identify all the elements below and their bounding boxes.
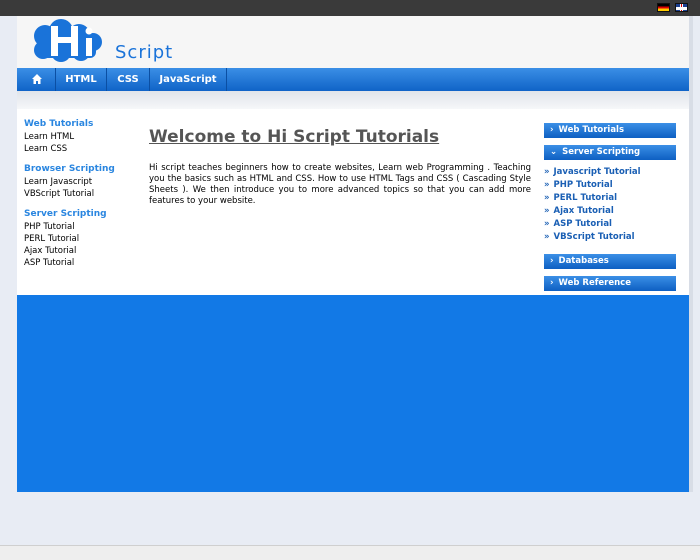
right-menu-web-reference[interactable]: › Web Reference — [544, 276, 676, 291]
left-link-ajax[interactable]: Ajax Tutorial — [24, 245, 134, 257]
footer-area — [17, 295, 689, 492]
logo-text: Script — [115, 42, 174, 63]
header-band — [17, 91, 689, 109]
top-bar — [0, 0, 700, 16]
left-sidebar: Web Tutorials Learn HTML Learn CSS Brows… — [24, 119, 134, 278]
right-menu-label: Web Reference — [558, 278, 631, 288]
left-link-php[interactable]: PHP Tutorial — [24, 221, 134, 233]
chevron-right-icon: › — [550, 125, 554, 135]
nav-html[interactable]: HTML — [56, 68, 107, 91]
right-menu-label: Web Tutorials — [558, 125, 625, 135]
left-group-browser: Browser Scripting Learn Javascript VBScr… — [24, 164, 134, 200]
status-bar — [0, 545, 700, 560]
page-container: Script HTML CSS JavaScript Web Tutorials… — [17, 16, 689, 492]
left-link-learn-javascript[interactable]: Learn Javascript — [24, 176, 134, 188]
double-chevron-icon: » — [544, 193, 550, 203]
flag-uk-icon[interactable] — [675, 3, 688, 12]
left-link-learn-html[interactable]: Learn HTML — [24, 131, 134, 143]
double-chevron-icon: » — [544, 232, 550, 242]
page-shadow — [689, 16, 693, 492]
right-menu-label: Databases — [558, 256, 609, 266]
right-link-asp[interactable]: » ASP Tutorial — [544, 218, 676, 231]
right-link-vbscript[interactable]: » VBScript Tutorial — [544, 231, 676, 244]
chevron-right-icon: › — [550, 256, 554, 266]
right-link-ajax[interactable]: » Ajax Tutorial — [544, 205, 676, 218]
double-chevron-icon: » — [544, 167, 550, 177]
left-link-asp[interactable]: ASP Tutorial — [24, 257, 134, 269]
left-group-title[interactable]: Browser Scripting — [24, 164, 134, 174]
double-chevron-icon: » — [544, 206, 550, 216]
left-group-server: Server Scripting PHP Tutorial PERL Tutor… — [24, 209, 134, 269]
main-nav: HTML CSS JavaScript — [17, 68, 689, 91]
site-logo[interactable]: Script — [31, 18, 174, 66]
nav-css[interactable]: CSS — [107, 68, 150, 91]
home-icon — [32, 74, 42, 84]
left-group-web: Web Tutorials Learn HTML Learn CSS — [24, 119, 134, 155]
page-title: Welcome to Hi Script Tutorials — [149, 127, 440, 147]
right-link-php[interactable]: » PHP Tutorial — [544, 179, 676, 192]
right-link-javascript[interactable]: » Javascript Tutorial — [544, 166, 676, 179]
main-content: Welcome to Hi Script Tutorials Hi script… — [149, 126, 531, 216]
chevron-down-icon: ⌄ — [550, 147, 558, 157]
left-link-vbscript[interactable]: VBScript Tutorial — [24, 188, 134, 200]
double-chevron-icon: » — [544, 180, 550, 190]
left-link-learn-css[interactable]: Learn CSS — [24, 143, 134, 155]
right-menu-label: Server Scripting — [562, 147, 641, 157]
right-sidebar: › Web Tutorials ⌄ Server Scripting » Javasc… — [544, 123, 676, 291]
left-group-title[interactable]: Server Scripting — [24, 209, 134, 219]
double-chevron-icon: » — [544, 219, 550, 229]
nav-javascript[interactable]: JavaScript — [150, 68, 227, 91]
left-link-perl[interactable]: PERL Tutorial — [24, 233, 134, 245]
right-menu-databases[interactable]: › Databases — [544, 254, 676, 269]
flag-de-icon[interactable] — [657, 3, 670, 12]
chevron-right-icon: › — [550, 278, 554, 288]
nav-home[interactable] — [17, 68, 56, 91]
right-menu-web-tutorials[interactable]: › Web Tutorials — [544, 123, 676, 138]
right-menu-server-scripting[interactable]: ⌄ Server Scripting — [544, 145, 676, 160]
intro-paragraph: Hi script teaches beginners how to creat… — [149, 163, 531, 206]
server-scripting-list: » Javascript Tutorial » PHP Tutorial » PERL… — [544, 160, 676, 248]
left-group-title[interactable]: Web Tutorials — [24, 119, 134, 129]
right-link-perl[interactable]: » PERL Tutorial — [544, 192, 676, 205]
header: Script — [17, 16, 689, 68]
